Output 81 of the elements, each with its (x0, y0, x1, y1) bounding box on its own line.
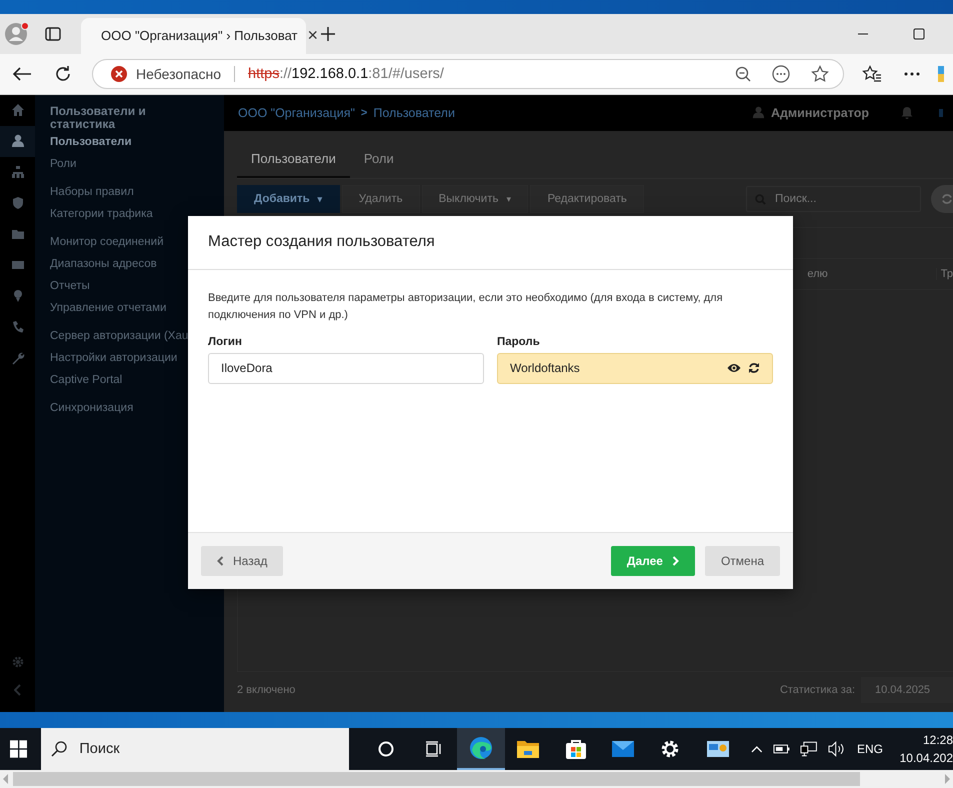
refresh-icon[interactable] (748, 362, 760, 374)
network-icon[interactable] (800, 741, 818, 758)
sidebar-item[interactable]: Пользователи (50, 134, 224, 150)
tab-actions-icon[interactable] (45, 26, 61, 41)
reload-icon[interactable] (54, 64, 72, 83)
more-circle-icon[interactable] (772, 64, 790, 83)
search-field[interactable]: Поиск... (746, 186, 921, 212)
breadcrumb-separator: > (360, 106, 368, 119)
sidebar-item[interactable]: Наборы правил (50, 184, 224, 200)
nav-rail-item[interactable] (0, 126, 35, 157)
tab-title: ООО "Организация" › Пользоват (101, 28, 298, 44)
user-name[interactable]: Администратор (770, 106, 869, 120)
zoom-out-icon[interactable] (735, 66, 751, 82)
toolbar-button[interactable]: Добавить ▾ (237, 184, 340, 213)
sidebar-item[interactable]: Роли (50, 156, 224, 172)
settings-icon (660, 739, 680, 760)
clock[interactable]: 12:28 10.04.202 (897, 731, 953, 768)
search-icon (51, 741, 68, 758)
password-field[interactable]: Worldoftanks (497, 352, 773, 384)
folder-icon (516, 739, 540, 760)
toolbar-button[interactable]: Удалить (342, 184, 420, 213)
shopping-bag-icon (564, 738, 587, 760)
enabled-count: 2 включено (237, 684, 296, 696)
sidebar-title: Пользователи и статистика (50, 104, 147, 131)
login-field[interactable]: IloveDora (208, 352, 484, 384)
profile-icon[interactable] (4, 20, 30, 47)
favorites-icon[interactable] (862, 64, 882, 83)
chevron-left-icon (217, 556, 224, 566)
user-icon (10, 134, 24, 148)
tab[interactable]: Роли (350, 150, 408, 178)
task-view-icon (424, 741, 443, 758)
sitemap-icon (10, 165, 24, 180)
toolbar-button[interactable]: Редактировать (530, 184, 644, 213)
shield-icon (10, 196, 24, 210)
more-icon[interactable] (904, 72, 920, 76)
breadcrumb-item[interactable]: Пользователи (373, 106, 455, 120)
refresh-button[interactable] (931, 184, 953, 213)
tab[interactable]: Пользователи (237, 150, 350, 178)
phone-icon (10, 320, 24, 334)
volume-icon[interactable] (828, 741, 845, 758)
breadcrumb-item[interactable]: ООО "Организация" (238, 106, 355, 120)
eye-icon[interactable] (727, 363, 741, 374)
dialog-description: Введите для пользователя параметры авторизации, если это необходимо (для входа в систему, для подключения по VPN и др.) (208, 290, 724, 323)
input-language[interactable]: ENG (856, 742, 883, 756)
address-field[interactable]: Небезопасно https://192.168.0.1:81/#/users/ (92, 58, 844, 89)
sidebar-item[interactable]: Категории трафика (50, 206, 224, 222)
taskbar-app[interactable] (457, 728, 505, 770)
field-label: Логин (208, 336, 243, 348)
dialog-title: Мастер создания пользователя (208, 233, 435, 252)
circle-icon (378, 741, 394, 758)
star-icon[interactable] (811, 64, 829, 83)
browser-icon (469, 736, 494, 760)
back-button[interactable]: Назад (201, 546, 284, 576)
chevron-right-icon (672, 556, 679, 566)
column-header[interactable]: елю (807, 268, 828, 280)
control-panel-icon (706, 740, 730, 758)
user-icon (752, 106, 765, 120)
date-field[interactable]: 10.04.2025 (861, 676, 953, 703)
toolbar-button[interactable]: Выключить ▾ (422, 184, 528, 213)
envelope-icon (610, 740, 635, 758)
maximize-icon[interactable] (913, 28, 925, 40)
column-header[interactable]: Тр (936, 268, 953, 280)
taskbar-search-field[interactable]: Поиск (41, 728, 349, 770)
folder-icon (10, 227, 24, 242)
stats-label: Статистика за: (780, 684, 855, 696)
wrench-icon (10, 351, 24, 366)
field-label: Пароль (497, 336, 541, 348)
refresh-icon (941, 192, 953, 205)
back-arrow-icon[interactable] (12, 66, 32, 82)
chevron-up-icon[interactable] (751, 745, 763, 754)
address-url: https://192.168.0.1:81/#/users/ (248, 66, 444, 82)
windows-logo-icon[interactable] (10, 740, 28, 758)
next-button[interactable]: Далее (610, 546, 695, 576)
error-icon (111, 66, 127, 82)
security-status[interactable]: Небезопасно (136, 66, 222, 82)
close-tab-button[interactable]: × (308, 25, 318, 46)
battery-icon[interactable] (772, 744, 790, 754)
cancel-button[interactable]: Отмена (704, 546, 780, 576)
home-icon (10, 103, 24, 118)
copilot-icon[interactable] (936, 64, 944, 83)
new-tab-icon[interactable] (320, 26, 336, 42)
